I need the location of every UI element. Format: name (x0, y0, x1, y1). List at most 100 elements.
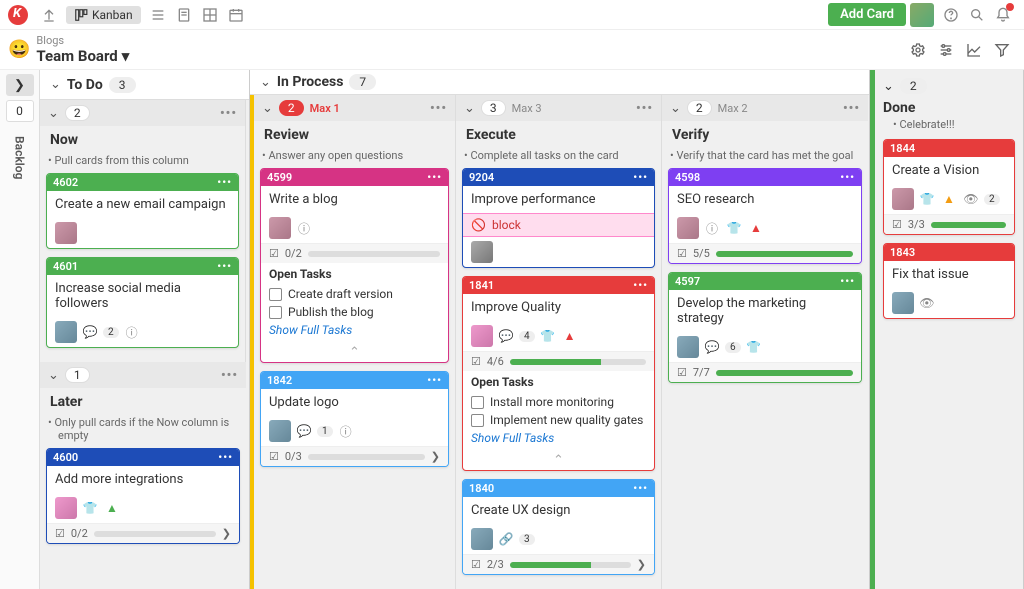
avatar[interactable] (55, 497, 77, 519)
user-avatar[interactable] (910, 3, 934, 27)
card-more-icon[interactable]: ••• (217, 260, 232, 273)
view-calendar-icon[interactable] (223, 3, 249, 27)
card-more-icon[interactable]: ••• (840, 275, 855, 288)
avatar[interactable] (269, 420, 291, 442)
settings-icon[interactable] (904, 36, 932, 64)
card-more-icon[interactable]: ••• (427, 374, 442, 387)
expand-icon[interactable]: ❯ (431, 450, 440, 463)
help-icon[interactable] (938, 3, 964, 27)
avatar[interactable] (55, 321, 77, 343)
subcolumn-header[interactable]: ⌄ 2 Max 1 ••• (254, 95, 455, 121)
backlog-label[interactable]: Backlog (13, 136, 27, 179)
view-document-icon[interactable] (171, 3, 197, 27)
card[interactable]: 4601••• Increase social media followers … (46, 257, 239, 348)
card-more-icon[interactable]: ••• (840, 171, 855, 184)
expand-backlog-button[interactable]: ❯ (6, 74, 34, 96)
comment-icon[interactable]: 💬 (703, 338, 721, 356)
avatar[interactable] (55, 222, 77, 244)
card[interactable]: 9204••• Improve performance 🚫block (462, 168, 655, 268)
avatar[interactable] (677, 336, 699, 358)
subcolumn-header[interactable]: ⌄ 3 Max 3 ••• (456, 95, 661, 121)
collapse-icon[interactable]: ⌃ (261, 343, 448, 362)
view-kanban-tag[interactable]: Kanban (66, 6, 141, 24)
task-item[interactable]: Create draft version (261, 285, 448, 303)
card[interactable]: 4600••• Add more integrations 👕 ▲ ☑ 0/2 … (46, 448, 240, 544)
card[interactable]: 4602••• Create a new email campaign (46, 173, 239, 249)
app-logo[interactable] (8, 5, 28, 25)
more-icon[interactable]: ••• (430, 101, 447, 116)
checkbox[interactable] (471, 396, 484, 409)
task-item[interactable]: Implement new quality gates (463, 411, 654, 429)
chevron-down-icon[interactable]: ⌄ (670, 101, 681, 116)
more-icon[interactable]: ••• (843, 101, 860, 116)
subcolumn-header[interactable]: ⌄ 2 ••• (40, 100, 245, 126)
column-done-header[interactable]: ⌄ 2 (883, 78, 1015, 94)
chevron-down-icon[interactable]: ⌄ (260, 75, 271, 90)
avatar[interactable] (677, 217, 699, 239)
column-inprocess-header[interactable]: ⌄ In Process 7 (250, 70, 869, 95)
avatar[interactable] (471, 241, 493, 263)
more-icon[interactable]: ••• (636, 101, 653, 116)
card[interactable]: 1841••• Improve Quality 💬 4 👕 ▲ ☑ (462, 276, 655, 471)
more-icon[interactable]: ••• (221, 368, 238, 383)
card[interactable]: 1840••• Create UX design 🔗 3 ☑ 2/3 (462, 479, 655, 575)
attachment-icon[interactable]: 🔗 (497, 530, 515, 548)
view-table-icon[interactable] (197, 3, 223, 27)
analytics-icon[interactable] (960, 36, 988, 64)
card-more-icon[interactable]: ••• (633, 279, 648, 292)
card-more-icon[interactable]: ••• (217, 176, 232, 189)
comment-icon[interactable]: 💬 (81, 323, 99, 341)
chevron-down-icon[interactable]: ⌄ (48, 106, 59, 121)
chevron-down-icon[interactable]: ⌄ (464, 101, 475, 116)
show-full-tasks-link[interactable]: Show Full Tasks (261, 321, 448, 343)
show-full-tasks-link[interactable]: Show Full Tasks (463, 429, 654, 451)
card[interactable]: 1842••• Update logo 💬 1 ⓘ ☑ 0/3 (260, 371, 449, 467)
avatar[interactable] (269, 217, 291, 239)
avatar[interactable] (892, 292, 914, 314)
upload-icon[interactable] (36, 3, 62, 27)
column-todo-header[interactable]: ⌄ To Do 3 (40, 70, 249, 100)
card[interactable]: 4598••• SEO research ⓘ 👕 ▲ ☑ 5/5 (668, 168, 862, 264)
expand-icon[interactable]: ❯ (637, 558, 646, 571)
checkbox[interactable] (269, 306, 282, 319)
subcolumn-header[interactable]: ⌄ 2 Max 2 ••• (662, 95, 868, 121)
task-item[interactable]: Publish the blog (261, 303, 448, 321)
comment-icon[interactable]: 💬 (497, 327, 515, 345)
avatar[interactable] (471, 325, 493, 347)
checkbox[interactable] (471, 414, 484, 427)
comment-icon[interactable]: 💬 (295, 422, 313, 440)
view-list-icon[interactable] (145, 3, 171, 27)
expand-icon[interactable]: ❯ (222, 527, 231, 540)
board-title[interactable]: Team Board ▾ (36, 47, 129, 65)
card-more-icon[interactable]: ••• (633, 482, 648, 495)
card-id: 4602 (53, 176, 78, 189)
chevron-down-icon[interactable]: ⌄ (883, 79, 894, 94)
checkbox[interactable] (269, 288, 282, 301)
info-icon[interactable]: ⓘ (123, 323, 141, 341)
card-more-icon[interactable]: ••• (633, 171, 648, 184)
avatar[interactable] (892, 188, 914, 210)
info-icon[interactable]: ⓘ (337, 422, 355, 440)
add-card-button[interactable]: Add Card (828, 3, 906, 26)
sliders-icon[interactable] (932, 36, 960, 64)
subcolumn-header[interactable]: ⌄ 1 ••• (40, 362, 246, 388)
chevron-down-icon[interactable]: ⌄ (48, 368, 59, 383)
notifications-icon[interactable] (990, 3, 1016, 27)
card[interactable]: 1844 Create a Vision 👕 ▲ 👁 2 ☑ 3/3 (883, 139, 1015, 235)
card[interactable]: 4599••• Write a blog ⓘ ☑ 0/2 Open Tasks … (260, 168, 449, 363)
info-icon[interactable]: ⓘ (295, 219, 313, 237)
card[interactable]: 4597••• Develop the marketing strategy 💬… (668, 272, 862, 383)
filter-icon[interactable] (988, 36, 1016, 64)
collapse-icon[interactable]: ⌃ (463, 451, 654, 470)
task-item[interactable]: Install more monitoring (463, 393, 654, 411)
breadcrumb[interactable]: Blogs (36, 34, 129, 47)
chevron-down-icon[interactable]: ⌄ (262, 101, 273, 116)
info-icon[interactable]: ⓘ (703, 219, 721, 237)
card[interactable]: 1843 Fix that issue 👁 (883, 243, 1015, 319)
card-more-icon[interactable]: ••• (218, 451, 233, 464)
chevron-down-icon[interactable]: ⌄ (50, 77, 61, 92)
more-icon[interactable]: ••• (220, 106, 237, 121)
search-icon[interactable] (964, 3, 990, 27)
card-more-icon[interactable]: ••• (427, 171, 442, 184)
avatar[interactable] (471, 528, 493, 550)
